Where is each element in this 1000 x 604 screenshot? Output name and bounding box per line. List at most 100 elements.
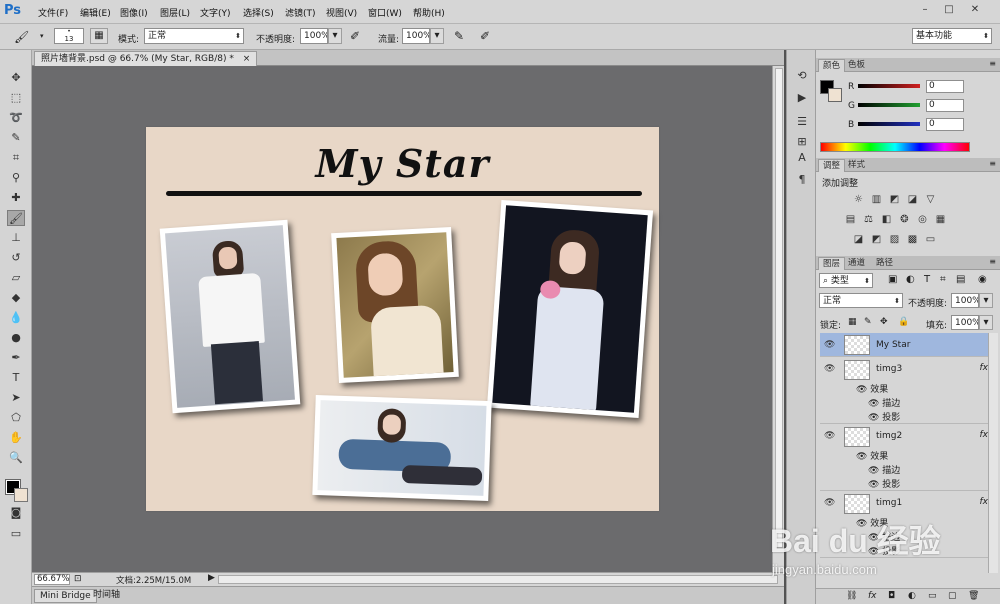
move-tool-icon[interactable]: ✥ (7, 70, 25, 86)
eye-icon[interactable]: 👁 (824, 340, 835, 350)
tab-channels[interactable]: 通道 (844, 257, 869, 270)
brush-tool-icon[interactable]: 🖌 (7, 210, 25, 226)
filter-smart-object-icon[interactable]: ▤ (956, 274, 965, 285)
eye-icon[interactable]: 👁 (868, 399, 882, 409)
brush-presets-icon[interactable]: ☰ (794, 114, 810, 130)
new-group-icon[interactable]: ▭ (928, 591, 937, 601)
fill-input[interactable]: 100% (951, 315, 979, 330)
photo-timg3[interactable] (486, 199, 654, 419)
marquee-tool-icon[interactable]: ⬚ (7, 90, 25, 106)
eye-icon[interactable]: 👁 (856, 385, 870, 395)
channel-b-input[interactable]: 0 (926, 118, 964, 131)
close-tab-icon[interactable]: × (243, 54, 251, 64)
menu-window[interactable]: 窗口(W) (368, 6, 402, 19)
dodge-tool-icon[interactable]: ● (7, 330, 25, 346)
layer-filter-select[interactable]: ⌕ 类型 ⬍ (819, 273, 873, 288)
screen-mode-icon[interactable]: ▭ (7, 526, 25, 542)
panel-menu-icon[interactable]: ≡ (989, 159, 996, 168)
filter-pixel-icon[interactable]: ▣ (888, 274, 897, 285)
path-select-tool-icon[interactable]: ➤ (7, 390, 25, 406)
new-layer-icon[interactable]: ▢ (948, 591, 957, 601)
menu-view[interactable]: 视图(V) (326, 6, 357, 19)
vertical-scrollbar[interactable] (772, 66, 784, 572)
hand-tool-icon[interactable]: ✋ (7, 430, 25, 446)
tab-styles[interactable]: 样式 (844, 159, 869, 172)
channel-b-slider[interactable] (858, 122, 920, 126)
channel-g-input[interactable]: 0 (926, 99, 964, 112)
add-mask-icon[interactable]: ◘ (888, 591, 895, 601)
quick-mask-icon[interactable]: ◙ (7, 505, 25, 521)
clone-stamp-tool-icon[interactable]: ⊥ (7, 230, 25, 246)
layer-opacity-input[interactable]: 100% (951, 293, 979, 308)
minimize-button[interactable]: – (918, 3, 932, 17)
paragraph-icon[interactable]: ¶ (794, 172, 810, 188)
channel-mixer-icon[interactable]: ◎ (916, 214, 929, 225)
restore-button[interactable]: □ (942, 3, 956, 17)
horizontal-scrollbar[interactable] (218, 575, 778, 584)
flow-dropdown-icon[interactable]: ▾ (430, 28, 444, 44)
background-color-swatch[interactable] (828, 88, 842, 102)
close-button[interactable]: ✕ (968, 3, 982, 17)
menu-help[interactable]: 帮助(H) (413, 6, 445, 19)
filter-shape-icon[interactable]: ⌗ (940, 274, 946, 285)
link-layers-icon[interactable]: ⛓ (846, 591, 857, 601)
blend-mode-select[interactable]: 正常 ⬍ (819, 293, 903, 308)
brush-panel-toggle-icon[interactable]: ▦ (90, 28, 108, 44)
layer-row-timg3[interactable]: 👁 timg3 fx 👁 效果 👁 描边 👁 投影 (820, 358, 996, 424)
opacity-dropdown-icon[interactable]: ▾ (328, 28, 342, 44)
pen-tool-icon[interactable]: ✒ (7, 350, 25, 366)
channel-g-slider[interactable] (858, 103, 920, 107)
lock-pixels-icon[interactable]: ✎ (864, 317, 872, 327)
photo-timg1[interactable] (159, 219, 301, 414)
add-style-icon[interactable]: fx (868, 591, 877, 601)
fx-icon[interactable]: fx (980, 363, 989, 373)
scrollbar-thumb[interactable] (775, 68, 783, 548)
menu-select[interactable]: 选择(S) (243, 6, 274, 19)
tab-timeline[interactable]: 时间轴 (88, 589, 125, 603)
tab-color[interactable]: 颜色 (818, 59, 846, 72)
fill-dropdown-icon[interactable]: ▾ (979, 315, 993, 330)
pressure-opacity-icon[interactable]: ✐ (350, 29, 360, 43)
pressure-size-icon[interactable]: ✐ (480, 29, 490, 43)
tab-adjustments[interactable]: 调整 (818, 159, 846, 172)
brightness-icon[interactable]: ☼ (852, 194, 865, 205)
menu-file[interactable]: 文件(F) (38, 6, 68, 19)
exposure-icon[interactable]: ◪ (906, 194, 919, 205)
menu-image[interactable]: 图像(I) (120, 6, 148, 19)
eye-icon[interactable]: 👁 (868, 413, 882, 423)
layer-opacity-dropdown-icon[interactable]: ▾ (979, 293, 993, 308)
status-export-icon[interactable]: ⊡ (74, 574, 82, 584)
photo-timg2[interactable] (331, 226, 459, 384)
background-color-swatch[interactable] (14, 488, 28, 502)
menu-layer[interactable]: 图层(L) (160, 6, 190, 19)
character-icon[interactable]: A (794, 150, 810, 166)
eye-icon[interactable]: 👁 (868, 466, 882, 476)
paint-bucket-tool-icon[interactable]: ◆ (7, 290, 25, 306)
selective-color-icon[interactable]: ▩ (906, 234, 919, 245)
status-menu-arrow-icon[interactable]: ▶ (208, 573, 215, 583)
history-icon[interactable]: ⟲ (794, 68, 810, 84)
layer-row-timg2[interactable]: 👁 timg2 fx 👁 效果 👁 描边 👁 投影 (820, 425, 996, 491)
levels-icon[interactable]: ▥ (870, 194, 883, 205)
channel-r-slider[interactable] (858, 84, 920, 88)
eye-icon[interactable]: 👁 (868, 480, 882, 490)
lasso-tool-icon[interactable]: ➰ (7, 110, 25, 126)
photo-filter-icon[interactable]: ❂ (898, 214, 911, 225)
black-white-icon[interactable]: ◧ (880, 214, 893, 225)
tab-paths[interactable]: 路径 (872, 257, 897, 270)
lock-transparency-icon[interactable]: ▦ (848, 317, 857, 327)
vibrance-icon[interactable]: ▽ (924, 194, 937, 205)
filter-toggle-icon[interactable]: ◉ (978, 274, 987, 285)
eyedropper-tool-icon[interactable]: ⚲ (7, 170, 25, 186)
zoom-input[interactable]: 66.67% (34, 574, 70, 585)
eraser-tool-icon[interactable]: ▱ (7, 270, 25, 286)
filter-adjustment-icon[interactable]: ◐ (906, 274, 915, 285)
lock-position-icon[interactable]: ✥ (880, 317, 888, 327)
delete-layer-icon[interactable]: 🗑 (968, 591, 979, 601)
filter-type-icon[interactable]: T (924, 274, 930, 285)
brush-preset-picker[interactable]: • 13 (54, 28, 84, 44)
new-adjustment-icon[interactable]: ◐ (908, 591, 916, 601)
clone-source-icon[interactable]: ⊞ (794, 134, 810, 150)
airbrush-icon[interactable]: ✎ (454, 29, 464, 43)
type-tool-icon[interactable]: T (7, 370, 25, 386)
